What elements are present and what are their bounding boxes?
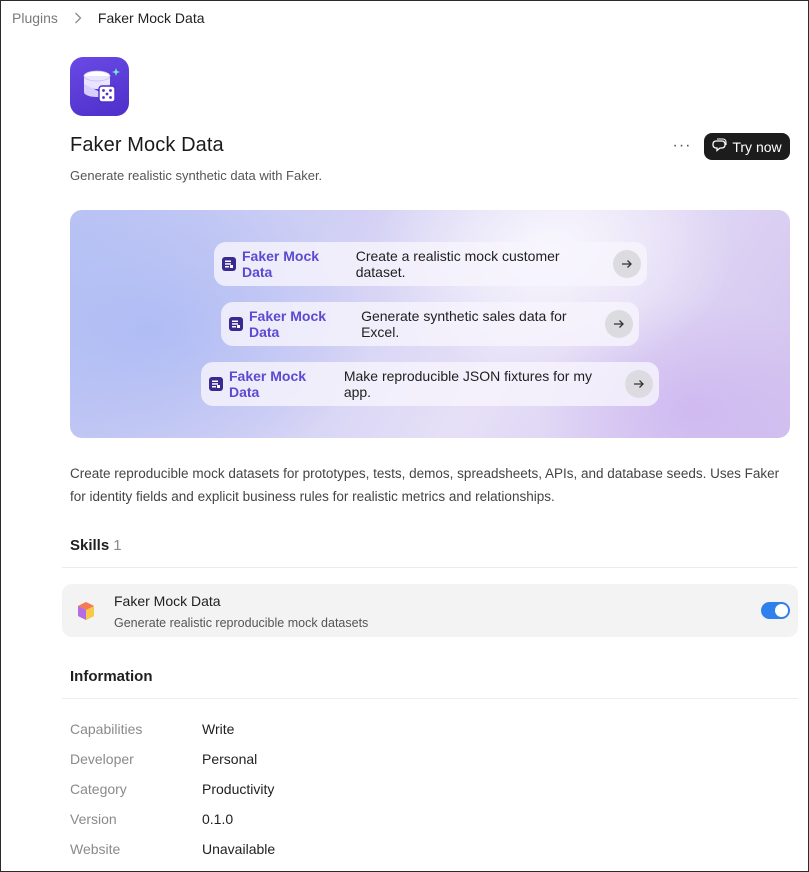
skills-heading-label: Skills xyxy=(70,537,110,554)
plugin-detail-page: Plugins Faker Mock Data Faker Mock Data … xyxy=(0,0,809,872)
prompt-plugin-name: Faker Mock Data xyxy=(229,368,307,400)
info-label: Version xyxy=(70,811,117,827)
prompt-text: Create a realistic mock customer dataset… xyxy=(355,248,560,280)
prompt-text: Generate synthetic sales data for Excel. xyxy=(361,308,567,340)
skill-item[interactable]: Faker Mock Data Generate realistic repro… xyxy=(62,584,798,637)
breadcrumb: Plugins Faker Mock Data xyxy=(12,9,205,27)
chat-bubble-icon xyxy=(712,138,727,155)
skill-name: Faker Mock Data xyxy=(114,593,221,609)
example-prompts-banner: Faker Mock Data Create a realistic mock … xyxy=(70,210,790,438)
prompt-plugin-name: Faker Mock Data xyxy=(242,248,320,280)
database-dice-icon xyxy=(83,67,120,103)
divider xyxy=(62,567,798,568)
plugin-mini-icon xyxy=(209,377,223,391)
prompt-plugin-name: Faker Mock Data xyxy=(249,308,327,340)
info-label: Category xyxy=(70,781,127,797)
try-now-button[interactable]: Try now xyxy=(704,133,790,160)
arrow-right-icon[interactable] xyxy=(625,370,653,398)
plugin-logo xyxy=(70,57,129,116)
more-icon: ··· xyxy=(672,137,692,154)
breadcrumb-plugins-link[interactable]: Plugins xyxy=(12,10,58,26)
example-prompt[interactable]: Faker Mock Data Generate synthetic sales… xyxy=(221,302,639,346)
skills-heading: Skills 1 xyxy=(70,537,122,554)
info-label: Website xyxy=(70,841,121,857)
breadcrumb-current: Faker Mock Data xyxy=(97,10,205,26)
info-value: Unavailable xyxy=(202,841,276,857)
plugin-description: Create reproducible mock datasets for pr… xyxy=(70,466,780,504)
chevron-right-icon xyxy=(58,12,98,24)
arrow-right-icon[interactable] xyxy=(613,250,641,278)
example-prompt[interactable]: Faker Mock Data Make reproducible JSON f… xyxy=(201,362,659,406)
divider xyxy=(62,698,798,699)
info-value: 0.1.0 xyxy=(202,811,234,827)
toggle-knob xyxy=(775,604,788,617)
info-label: Capabilities xyxy=(70,721,143,737)
skills-count: 1 xyxy=(113,537,122,554)
info-value: Write xyxy=(202,721,235,737)
plugin-tagline: Generate realistic synthetic data with F… xyxy=(70,168,323,183)
example-prompt[interactable]: Faker Mock Data Create a realistic mock … xyxy=(214,242,647,286)
plugin-title: Faker Mock Data xyxy=(70,134,224,156)
arrow-right-icon[interactable] xyxy=(605,310,633,338)
plugin-mini-icon xyxy=(222,257,236,271)
more-options-button[interactable]: ··· xyxy=(669,135,695,157)
prompt-text: Make reproducible JSON fixtures for my a… xyxy=(343,368,593,400)
try-now-label: Try now xyxy=(732,138,782,155)
info-value: Productivity xyxy=(202,781,275,797)
info-value: Personal xyxy=(202,751,258,767)
skill-description: Generate realistic reproducible mock dat… xyxy=(114,616,369,630)
information-heading: Information xyxy=(70,668,153,685)
skill-enabled-toggle[interactable] xyxy=(761,602,790,619)
plugin-mini-icon xyxy=(229,317,243,331)
skill-cube-icon xyxy=(78,602,94,620)
info-label: Developer xyxy=(70,751,134,767)
